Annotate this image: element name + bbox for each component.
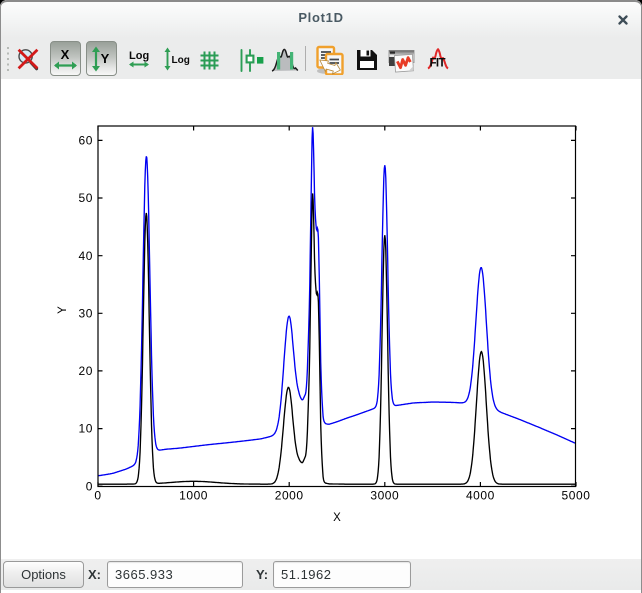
svg-text:X: X bbox=[61, 47, 70, 62]
svg-text:1000: 1000 bbox=[179, 489, 208, 503]
svg-text:Y: Y bbox=[101, 51, 110, 66]
svg-text:Log: Log bbox=[129, 50, 149, 62]
svg-text:3000: 3000 bbox=[370, 489, 399, 503]
svg-text:Y: Y bbox=[57, 306, 69, 314]
svg-text:50: 50 bbox=[79, 191, 93, 205]
svg-text:Log: Log bbox=[172, 55, 190, 66]
svg-text:30: 30 bbox=[79, 306, 93, 320]
svg-text:20: 20 bbox=[79, 364, 93, 378]
svg-text:4000: 4000 bbox=[466, 489, 495, 503]
svg-text:5000: 5000 bbox=[562, 489, 591, 503]
svg-text:0: 0 bbox=[86, 479, 93, 493]
svg-text:FIT: FIT bbox=[430, 58, 446, 70]
svg-text:X: X bbox=[333, 512, 341, 524]
svg-text:60: 60 bbox=[79, 134, 93, 148]
svg-text:0: 0 bbox=[94, 489, 101, 503]
svg-text:2000: 2000 bbox=[275, 489, 304, 503]
svg-text:40: 40 bbox=[79, 249, 93, 263]
svg-text:10: 10 bbox=[79, 422, 93, 436]
